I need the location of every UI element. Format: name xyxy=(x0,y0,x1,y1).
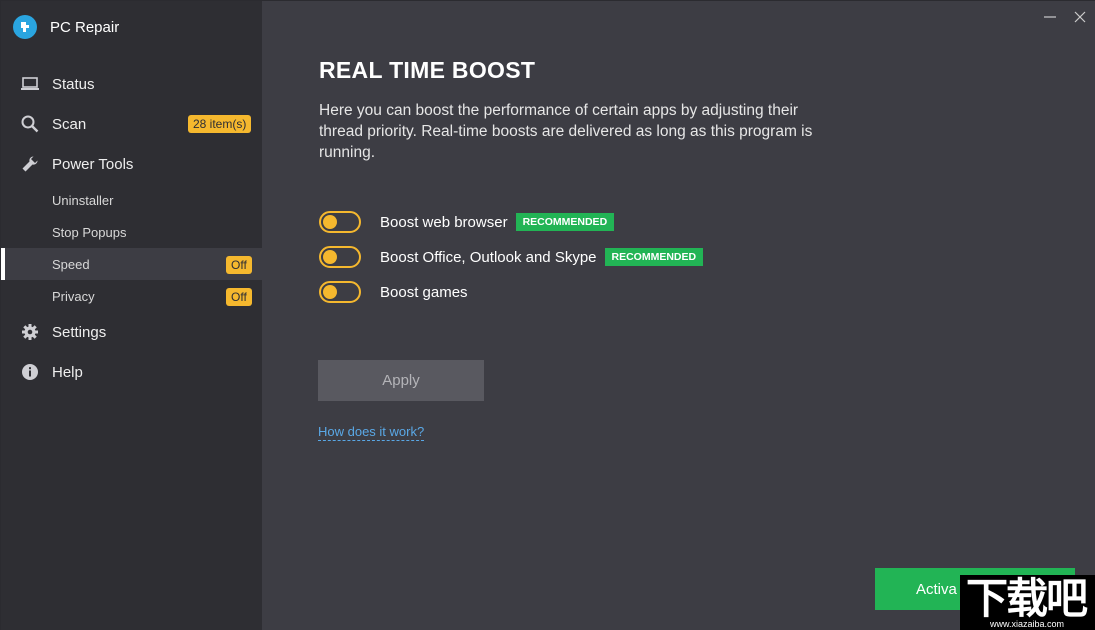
boost-web-browser-toggle[interactable] xyxy=(319,211,361,233)
wrench-shield-icon xyxy=(13,15,37,39)
how-does-it-work-link[interactable]: How does it work? xyxy=(318,424,425,441)
info-icon xyxy=(20,362,40,382)
boost-games-option: Boost games xyxy=(319,280,468,304)
recommended-badge: RECOMMENDED xyxy=(604,248,704,266)
wrench-icon xyxy=(20,154,40,174)
page-description: Here you can boost the performance of ce… xyxy=(319,102,813,161)
sidebar-subitem-label: Uninstaller xyxy=(52,192,114,208)
boost-games-toggle[interactable] xyxy=(319,281,361,303)
search-icon xyxy=(20,114,40,134)
sidebar-item-label: Scan xyxy=(52,115,87,133)
sidebar-subitem-label: Privacy xyxy=(52,288,95,304)
toggle-knob xyxy=(323,215,337,229)
boost-web-browser-option: Boost web browser RECOMMENDED xyxy=(319,210,615,234)
close-icon[interactable] xyxy=(1072,9,1088,25)
laptop-icon xyxy=(20,74,40,94)
scan-count-badge: 28 item(s) xyxy=(188,115,252,133)
sidebar-item-help[interactable]: Help xyxy=(1,352,262,392)
sidebar-subitem-label: Speed xyxy=(52,256,90,272)
sidebar-item-label: Help xyxy=(52,363,83,381)
option-label: Boost web browser xyxy=(380,213,508,231)
page-title: REAL TIME BOOST xyxy=(319,57,536,83)
watermark-logo: 下载吧 www.xiazaiba.com xyxy=(960,575,1095,630)
app-window: PC Repair Status Scan 28 item(s) Power T… xyxy=(0,0,1095,630)
apply-button[interactable]: Apply xyxy=(318,360,484,401)
sidebar-item-status[interactable]: Status xyxy=(1,64,262,104)
recommended-badge: RECOMMENDED xyxy=(515,213,615,231)
sidebar-item-settings[interactable]: Settings xyxy=(1,312,262,352)
watermark-text: 下载吧 xyxy=(966,575,1088,622)
sidebar-subitem-label: Stop Popups xyxy=(52,224,127,240)
toggle-knob xyxy=(323,250,337,264)
gear-icon xyxy=(20,322,40,342)
sidebar-item-scan[interactable]: Scan 28 item(s) xyxy=(1,104,262,144)
boost-office-toggle[interactable] xyxy=(319,246,361,268)
sidebar-subitem-uninstaller[interactable]: Uninstaller xyxy=(1,184,262,216)
option-label: Boost games xyxy=(380,283,468,301)
window-controls xyxy=(1042,9,1088,25)
option-label: Boost Office, Outlook and Skype xyxy=(380,248,597,266)
sidebar: PC Repair Status Scan 28 item(s) Power T… xyxy=(1,1,262,630)
app-title: PC Repair xyxy=(50,18,120,36)
sidebar-item-power-tools[interactable]: Power Tools xyxy=(1,144,262,184)
sidebar-subitem-stop-popups[interactable]: Stop Popups xyxy=(1,216,262,248)
sidebar-subitem-speed[interactable]: Speed Off xyxy=(1,248,262,280)
app-header: PC Repair xyxy=(13,13,119,41)
boost-office-option: Boost Office, Outlook and Skype RECOMMEN… xyxy=(319,245,704,269)
minimize-icon[interactable] xyxy=(1042,9,1058,25)
sidebar-item-label: Power Tools xyxy=(52,155,134,173)
sidebar-item-label: Settings xyxy=(52,323,107,341)
watermark-url: www.xiazaiba.com xyxy=(990,619,1065,629)
privacy-status-badge: Off xyxy=(226,288,252,306)
speed-status-badge: Off xyxy=(226,256,252,274)
toggle-knob xyxy=(323,285,337,299)
sidebar-subitem-privacy[interactable]: Privacy Off xyxy=(1,280,262,312)
sidebar-item-label: Status xyxy=(52,75,95,93)
main-panel: REAL TIME BOOST Here you can boost the p… xyxy=(262,1,1095,630)
